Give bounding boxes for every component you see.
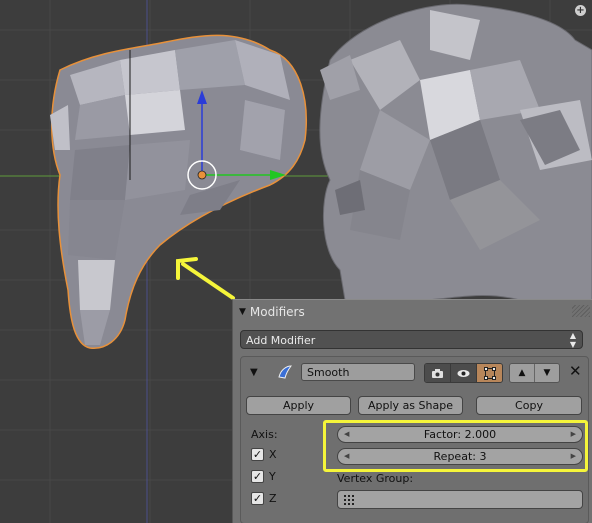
panel-title: Modifiers	[249, 305, 305, 319]
vertex-group-icon	[344, 495, 354, 505]
increment-arrow-icon[interactable]: ▶	[571, 427, 576, 442]
axis-y-label: Y	[269, 470, 276, 483]
suzanne-mesh-copy[interactable]	[319, 3, 592, 301]
decrement-arrow-icon[interactable]: ◀	[344, 449, 349, 464]
panel-collapse-icon[interactable]: ▼	[239, 307, 246, 317]
smooth-modifier-icon	[278, 365, 293, 379]
edit-mode-icon[interactable]	[476, 364, 502, 382]
smooth-modifier-box: ▼ Smooth ▲ ▼ ✕ Apply Apply as Shape Copy…	[240, 356, 589, 523]
modifier-visibility-toggles	[424, 363, 503, 383]
axis-z-checkbox[interactable]: ✓	[251, 492, 264, 505]
viewport-eye-icon[interactable]	[450, 364, 476, 382]
add-modifier-dropdown[interactable]: Add Modifier ▲ ▼	[240, 330, 583, 349]
add-modifier-label: Add Modifier	[246, 334, 316, 347]
blender-window: + ▼ Modifiers Add Modifier ▲▼ ▼ Smooth	[0, 0, 592, 523]
copy-button[interactable]: Copy	[476, 396, 582, 415]
updown-arrows-icon: ▲ ▼	[569, 331, 576, 349]
axis-y-checkbox[interactable]: ✓	[251, 470, 264, 483]
axis-z-label: Z	[269, 492, 277, 505]
render-camera-icon[interactable]	[425, 364, 450, 382]
decrement-arrow-icon[interactable]: ◀	[344, 427, 349, 442]
move-down-icon[interactable]: ▼	[534, 364, 559, 382]
delete-modifier-icon[interactable]: ✕	[569, 362, 582, 380]
axis-x-label: X	[269, 448, 277, 461]
factor-value: Factor: 2.000	[423, 428, 497, 441]
modifier-name-field[interactable]: Smooth	[301, 363, 415, 381]
axis-x-checkbox[interactable]: ✓	[251, 448, 264, 461]
modifiers-panel-header[interactable]: ▼ Modifiers	[233, 300, 592, 324]
axis-label: Axis:	[251, 428, 278, 441]
repeat-value: Repeat: 3	[433, 450, 487, 463]
panel-drag-grip[interactable]	[572, 305, 590, 317]
vertex-group-label: Vertex Group:	[337, 472, 414, 485]
repeat-field[interactable]: ◀ Repeat: 3 ▶	[337, 448, 583, 465]
expand-plus-icon[interactable]: +	[575, 5, 586, 16]
apply-as-shape-button[interactable]: Apply as Shape	[358, 396, 463, 415]
modifier-move-buttons: ▲ ▼	[509, 363, 560, 383]
factor-field[interactable]: ◀ Factor: 2.000 ▶	[337, 426, 583, 443]
modifiers-panel: ▼ Modifiers Add Modifier ▲ ▼ ▼ Smooth ▲ …	[232, 299, 592, 523]
vertex-group-field[interactable]	[337, 490, 583, 509]
apply-button[interactable]: Apply	[246, 396, 351, 415]
modifier-expand-icon[interactable]: ▼	[250, 367, 258, 378]
increment-arrow-icon[interactable]: ▶	[571, 449, 576, 464]
move-up-icon[interactable]: ▲	[510, 364, 534, 382]
annotation-arrow	[176, 257, 235, 300]
